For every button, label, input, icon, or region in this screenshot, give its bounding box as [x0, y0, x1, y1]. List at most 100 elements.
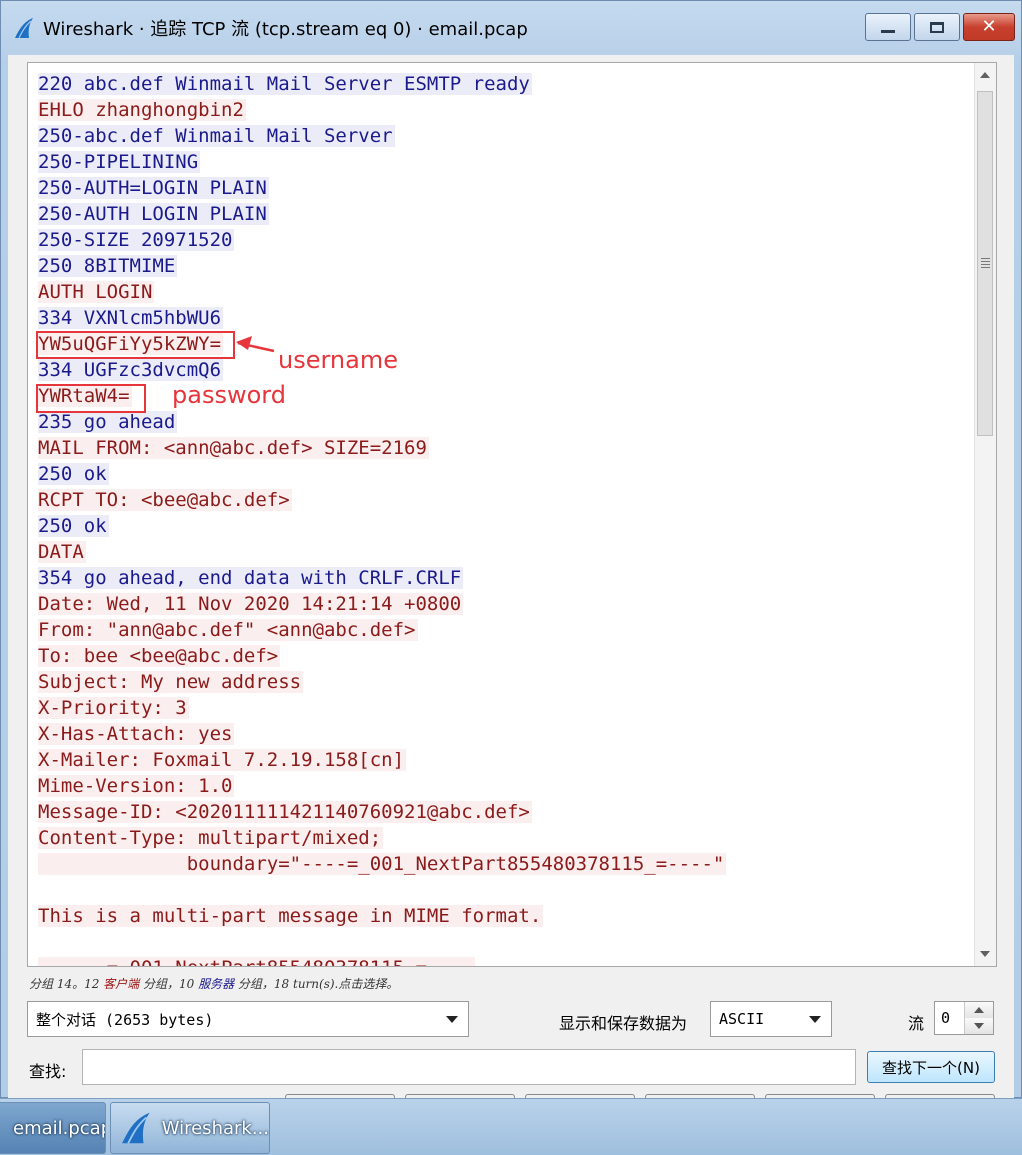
wireshark-fin-icon — [15, 18, 33, 39]
taskbar-item-label: email.pcap — [13, 1117, 106, 1139]
find-label: 查找: — [29, 1062, 67, 1081]
summary-suffix: 分组，18 turn(s).点击选择。 — [234, 977, 399, 991]
stream-content: 220 abc.def Winmail Mail Server ESMTP re… — [38, 71, 968, 966]
stream-line-text: 250-AUTH=LOGIN PLAIN — [38, 177, 269, 199]
client-line: Content-Type: multipart/mixed; — [38, 825, 968, 851]
stream-line-text: 220 abc.def Winmail Mail Server ESMTP re… — [38, 73, 532, 95]
client-line: Date: Wed, 11 Nov 2020 14:21:14 +0800 — [38, 591, 968, 617]
stream-line-text: AUTH LOGIN — [38, 281, 155, 303]
client-line: To: bee <bee@abc.def> — [38, 643, 968, 669]
stream-line-text: 250 ok — [38, 463, 109, 485]
client-line: boundary="----=_001_NextPart855480378115… — [38, 851, 968, 877]
summary-prefix: 分组 14。12 — [29, 977, 104, 991]
client-line: Subject: My new address — [38, 669, 968, 695]
stream-line-text: From: "ann@abc.def" <ann@abc.def> — [38, 619, 418, 641]
stream-line-text: Date: Wed, 11 Nov 2020 14:21:14 +0800 — [38, 593, 464, 615]
password-annotation: password — [172, 381, 286, 409]
stream-line-text: 250-PIPELINING — [38, 151, 201, 173]
stream-line-text: To: bee <bee@abc.def> — [38, 645, 281, 667]
server-line: 250-AUTH LOGIN PLAIN — [38, 201, 968, 227]
find-next-button[interactable]: 查找下一个(N) — [867, 1051, 995, 1083]
stream-number-value: 0 — [941, 1009, 951, 1027]
stream-line-text: MAIL FROM: <ann@abc.def> SIZE=2169 — [38, 437, 429, 459]
stream-line-text: This is a multi-part message in MIME for… — [38, 905, 544, 927]
client-line: DATA — [38, 539, 968, 565]
arrow-icon — [236, 336, 275, 353]
client-line: Message-ID: <202011111421140760921@abc.d… — [38, 799, 968, 825]
stream-line-text: Content-Type: multipart/mixed; — [38, 827, 384, 849]
scroll-up-arrow-icon[interactable] — [980, 72, 990, 78]
dropdown-arrow-icon — [809, 1016, 821, 1023]
server-line: 250-PIPELINING — [38, 149, 968, 175]
username-highlight-box — [36, 331, 235, 359]
stream-line-text: Message-ID: <202011111421140760921@abc.d… — [38, 801, 532, 823]
stream-line-text: 334 UGFzc3dvcmQ6 — [38, 359, 224, 381]
summary-mid: 分组，10 — [139, 977, 199, 991]
client-line: X-Has-Attach: yes — [38, 721, 968, 747]
client-line: X-Priority: 3 — [38, 695, 968, 721]
vertical-scrollbar[interactable] — [974, 63, 996, 966]
username-annotation: username — [278, 346, 398, 374]
stream-line-text: ------=_001_NextPart855480378115_=---- — [38, 957, 475, 966]
stream-line-text: 235 go ahead — [38, 411, 178, 433]
window-controls: ✕ — [865, 13, 1015, 41]
title-bar[interactable]: Wireshark · 追踪 TCP 流 (tcp.stream eq 0) ·… — [1, 1, 1021, 55]
spin-down-button[interactable] — [965, 1018, 993, 1034]
taskbar-item-email-pcap[interactable]: email.pcap — [0, 1102, 106, 1154]
find-input[interactable] — [82, 1049, 856, 1085]
up-arrow-icon — [974, 1007, 984, 1013]
client-line: Mime-Version: 1.0 — [38, 773, 968, 799]
dialog-body: 220 abc.def Winmail Mail Server ESMTP re… — [8, 55, 1014, 1102]
format-select-value: ASCII — [719, 1010, 765, 1028]
password-highlight-box — [36, 384, 146, 413]
server-line: 250-abc.def Winmail Mail Server — [38, 123, 968, 149]
server-line: 235 go ahead — [38, 409, 968, 435]
client-line: RCPT TO: <bee@abc.def> — [38, 487, 968, 513]
grip-line — [981, 264, 990, 265]
stream-text-view[interactable]: 220 abc.def Winmail Mail Server ESMTP re… — [27, 62, 997, 967]
stream-line-text: X-Priority: 3 — [38, 697, 189, 719]
client-line: ------=_001_NextPart855480378115_=---- — [38, 955, 968, 966]
stream-line-text: 354 go ahead, end data with CRLF.CRLF — [38, 567, 464, 589]
stream-line-text: 250-SIZE 20971520 — [38, 229, 235, 251]
scroll-thumb[interactable] — [977, 91, 993, 436]
close-icon: ✕ — [981, 16, 997, 37]
spin-up-button[interactable] — [965, 1002, 993, 1019]
summary-client: 客户端 — [103, 977, 140, 991]
close-button[interactable]: ✕ — [963, 13, 1015, 41]
client-line: MAIL FROM: <ann@abc.def> SIZE=2169 — [38, 435, 968, 461]
window-title: Wireshark · 追踪 TCP 流 (tcp.stream eq 0) ·… — [43, 19, 528, 40]
grip-line — [981, 258, 990, 259]
conversation-select[interactable]: 整个对话 (2653 bytes) — [27, 1001, 469, 1037]
stream-number-spinbox[interactable]: 0 — [934, 1001, 994, 1035]
spin-buttons — [964, 1002, 993, 1034]
stream-line-text: 250-abc.def Winmail Mail Server — [38, 125, 395, 147]
conversation-select-value: 整个对话 (2653 bytes) — [36, 1010, 214, 1029]
summary-server: 服务器 — [198, 977, 235, 991]
stream-line-text: Mime-Version: 1.0 — [38, 775, 235, 797]
dropdown-arrow-icon — [446, 1016, 458, 1023]
show-save-label: 显示和保存数据为 — [559, 1014, 688, 1033]
stream-line-text: X-Mailer: Foxmail 7.2.19.158[cn] — [38, 749, 407, 771]
down-arrow-icon — [974, 1023, 984, 1029]
follow-tcp-stream-window: Wireshark · 追踪 TCP 流 (tcp.stream eq 0) ·… — [0, 0, 1022, 1102]
server-line: 250 8BITMIME — [38, 253, 968, 279]
client-line: X-Mailer: Foxmail 7.2.19.158[cn] — [38, 747, 968, 773]
taskbar-item-label: Wireshark... — [161, 1117, 269, 1139]
stream-line-text: RCPT TO: <bee@abc.def> — [38, 489, 292, 511]
format-select[interactable]: ASCII — [710, 1001, 832, 1037]
grip-line — [981, 261, 990, 262]
stream-line-text: X-Has-Attach: yes — [38, 723, 235, 745]
server-line: 250 ok — [38, 461, 968, 487]
taskbar: email.pcap Wireshark... — [0, 1098, 1022, 1155]
server-line: 220 abc.def Winmail Mail Server ESMTP re… — [38, 71, 968, 97]
minimize-button[interactable] — [865, 13, 911, 41]
client-line: EHLO zhanghongbin2 — [38, 97, 968, 123]
scroll-down-arrow-icon[interactable] — [980, 951, 990, 957]
maximize-button[interactable] — [914, 13, 960, 41]
taskbar-item-wireshark[interactable]: Wireshark... — [110, 1102, 270, 1154]
wireshark-fin-icon — [122, 1112, 150, 1144]
packet-summary: 分组 14。12 客户端 分组，10 服务器 分组，18 turn(s).点击选… — [29, 975, 398, 992]
